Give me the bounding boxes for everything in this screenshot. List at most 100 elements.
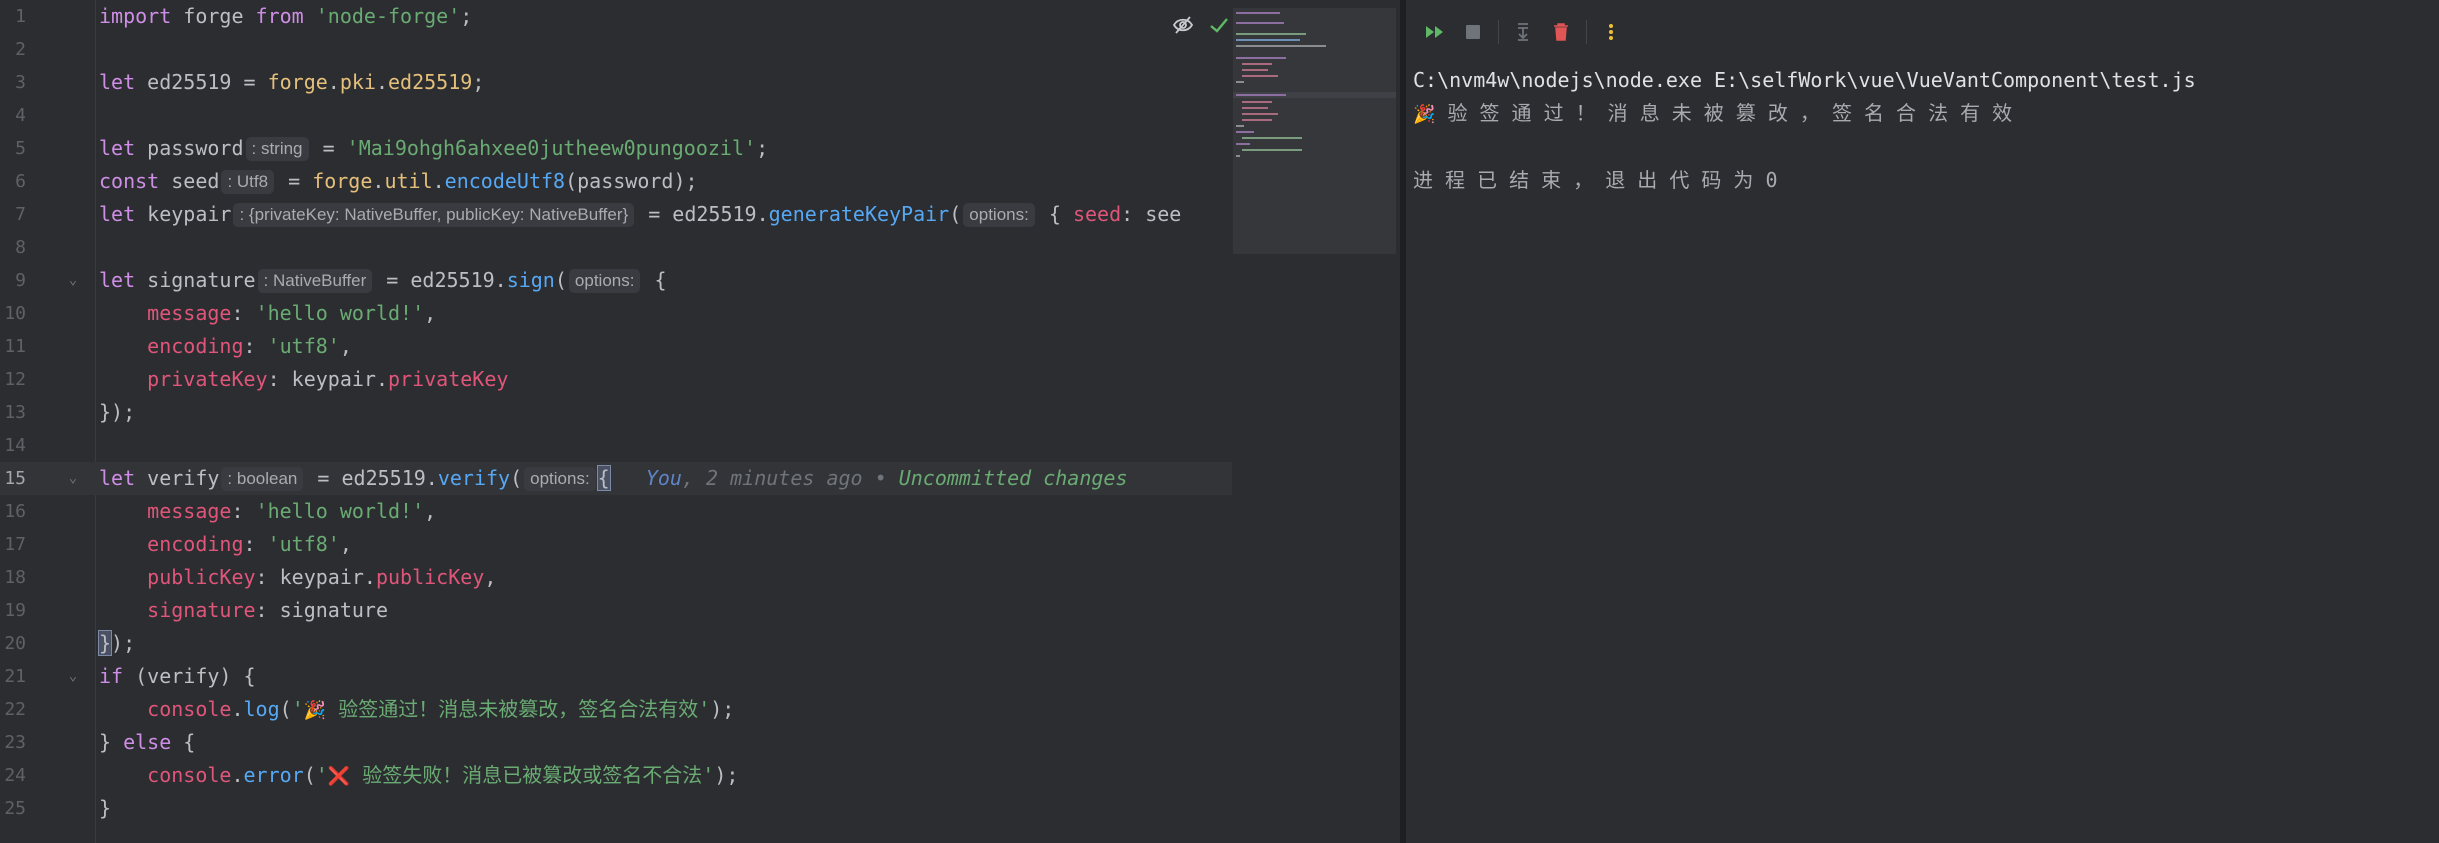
- console-command-line: C:\nvm4w\nodejs\node.exe E:\selfWork\vue…: [1413, 68, 2196, 92]
- code-line[interactable]: 9 ⌄ let signature: NativeBuffer = ed2551…: [0, 264, 1232, 297]
- code-line[interactable]: 2: [0, 33, 1232, 66]
- console-output[interactable]: C:\nvm4w\nodejs\node.exe E:\selfWork\vue…: [1413, 64, 2196, 197]
- keyword: const: [99, 169, 160, 193]
- line-number: 11: [4, 336, 26, 357]
- minimap-line: [1242, 113, 1278, 115]
- minimap-line: [1236, 57, 1286, 59]
- minimap-line: [1236, 125, 1244, 127]
- string-literal: 'hello world!': [255, 301, 425, 325]
- code-line[interactable]: 6 const seed: Utf8 = forge.util.encodeUt…: [0, 165, 1232, 198]
- code-editor[interactable]: 1 import forge from 'node-forge'; 2 3 le…: [0, 0, 1400, 843]
- code-line[interactable]: 22 console.log('🎉 验签通过！消息未被篡改，签名合法有效');: [0, 693, 1232, 726]
- party-popper-icon: 🎉: [1413, 104, 1436, 125]
- function-call: verify: [437, 466, 511, 490]
- eye-slash-icon[interactable]: [1172, 14, 1194, 43]
- line-number: 23: [4, 732, 26, 753]
- ide-window: 1 import forge from 'node-forge'; 2 3 le…: [0, 0, 2439, 843]
- scroll-to-end-icon-svg: [1518, 23, 1528, 41]
- fold-chevron-icon[interactable]: ⌄: [64, 264, 82, 297]
- line-number: 20: [4, 633, 26, 654]
- param-hint: options:: [963, 203, 1035, 227]
- string-literal: 'utf8': [267, 334, 340, 358]
- clear-all-icon[interactable]: [1548, 19, 1574, 45]
- type-hint: : Utf8: [221, 170, 275, 194]
- property: message: [147, 301, 232, 325]
- code-minimap[interactable]: [1233, 8, 1396, 254]
- identifier: forge: [171, 4, 256, 28]
- party-popper-icon: 🎉: [303, 700, 327, 721]
- rerun-icon[interactable]: [1422, 19, 1448, 45]
- minimap-line: [1236, 45, 1326, 47]
- code-line[interactable]: 5 let password: string = 'Mai9ohgh6ahxee…: [0, 132, 1232, 165]
- blame-time: , 2 minutes ago •: [681, 466, 899, 490]
- module-ref: forge: [267, 70, 328, 94]
- code-line[interactable]: 13 });: [0, 396, 1232, 429]
- code-line[interactable]: 23 } else {: [0, 726, 1232, 759]
- line-number: 25: [4, 798, 26, 819]
- code-line[interactable]: 14: [0, 429, 1232, 462]
- toolbar-separator: [1498, 20, 1499, 44]
- code-line[interactable]: 17 encoding: 'utf8',: [0, 528, 1232, 561]
- run-tool-window: C:\nvm4w\nodejs\node.exe E:\selfWork\vue…: [1406, 0, 2439, 843]
- line-number: 10: [4, 303, 26, 324]
- property: message: [147, 499, 232, 523]
- stop-icon[interactable]: [1460, 19, 1486, 45]
- minimap-line: [1242, 69, 1268, 71]
- current-code-line[interactable]: 15 ⌄ let verify: boolean = ed25519.verif…: [0, 462, 1232, 495]
- string-literal: 验签失败！消息已被篡改或签名不合法': [350, 763, 715, 787]
- identifier: ed25519 =: [135, 70, 268, 94]
- fold-chevron-icon[interactable]: ⌄: [64, 660, 82, 693]
- code-line[interactable]: 21 ⌄ if (verify) {: [0, 660, 1232, 693]
- minimap-line: [1242, 149, 1302, 151]
- function-call: encodeUtf8: [444, 169, 566, 193]
- line-number: 24: [4, 765, 26, 786]
- code-line[interactable]: 4: [0, 99, 1232, 132]
- keyword: let: [99, 70, 136, 94]
- keyword: from: [255, 4, 304, 28]
- module-ref: forge: [312, 169, 373, 193]
- code-line[interactable]: 16 message: 'hello world!',: [0, 495, 1232, 528]
- keyword: let: [99, 466, 136, 490]
- code-line[interactable]: 10 message: 'hello world!',: [0, 297, 1232, 330]
- minimap-line: [1236, 143, 1250, 145]
- function-call: log: [243, 697, 280, 721]
- minimap-line: [1242, 137, 1302, 139]
- type-hint: : string: [245, 137, 309, 161]
- code-line[interactable]: 1 import forge from 'node-forge';: [0, 0, 1232, 33]
- code-line[interactable]: 12 privateKey: keypair.privateKey: [0, 363, 1232, 396]
- code-line[interactable]: 18 publicKey: keypair.publicKey,: [0, 561, 1232, 594]
- code-line[interactable]: 24 console.error('❌ 验签失败！消息已被篡改或签名不合法');: [0, 759, 1232, 792]
- minimap-line: [1236, 131, 1254, 133]
- blame-message: Uncommitted changes: [898, 466, 1128, 490]
- property: pki: [339, 70, 376, 94]
- minimap-line: [1236, 12, 1280, 14]
- line-number: 12: [4, 369, 26, 390]
- keyword: let: [99, 268, 136, 292]
- line-number: 9: [15, 270, 26, 291]
- line-number: 5: [15, 138, 26, 159]
- blame-author: You: [645, 466, 682, 490]
- punctuation: });: [99, 400, 136, 424]
- cross-mark-icon: ❌: [327, 766, 351, 787]
- check-icon[interactable]: [1208, 14, 1230, 43]
- line-number: 2: [15, 39, 26, 60]
- code-line[interactable]: 11 encoding: 'utf8',: [0, 330, 1232, 363]
- code-line[interactable]: 20 });: [0, 627, 1232, 660]
- code-line[interactable]: 25 }: [0, 792, 1232, 825]
- code-line[interactable]: 8: [0, 231, 1232, 264]
- code-line[interactable]: 19 signature: signature: [0, 594, 1232, 627]
- function-call: generateKeyPair: [768, 202, 950, 226]
- git-blame-annotation[interactable]: You, 2 minutes ago • Uncommitted changes: [646, 466, 1128, 490]
- code-line[interactable]: 3 let ed25519 = forge.pki.ed25519;: [0, 66, 1232, 99]
- minimap-line: [1242, 75, 1278, 77]
- keyword: import: [99, 4, 172, 28]
- string-literal: 'node-forge': [315, 4, 461, 28]
- fold-chevron-icon[interactable]: ⌄: [64, 462, 82, 495]
- property: encoding: [147, 334, 244, 358]
- scroll-to-end-icon[interactable]: [1510, 19, 1536, 45]
- property: publicKey: [147, 565, 256, 589]
- more-icon[interactable]: [1598, 19, 1624, 45]
- code-line[interactable]: 7 let keypair: {privateKey: NativeBuffer…: [0, 198, 1232, 231]
- module-ref: console: [147, 763, 232, 787]
